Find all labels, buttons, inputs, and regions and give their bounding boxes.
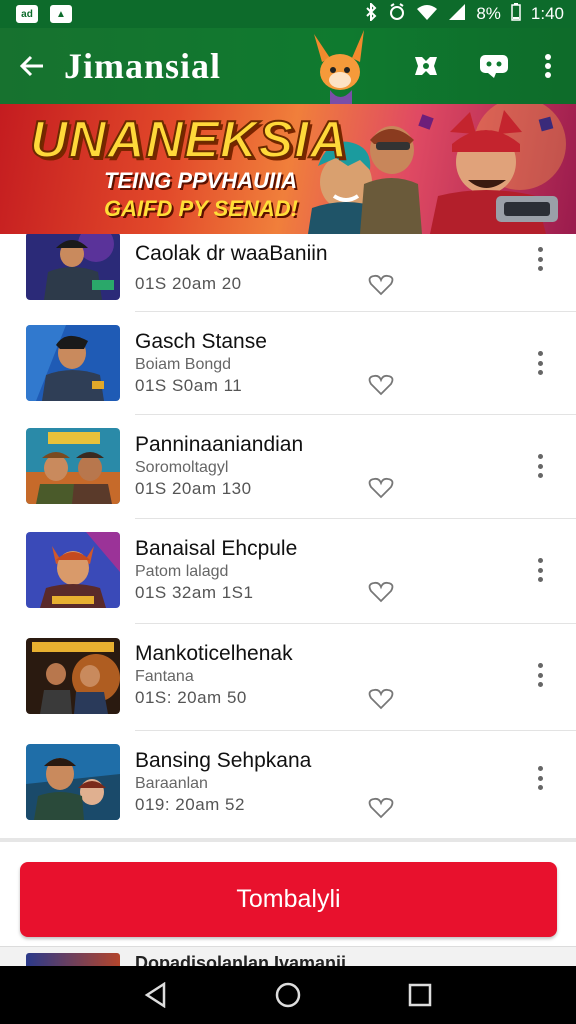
favorite-icon[interactable] — [368, 374, 394, 396]
more-vertical-icon — [537, 454, 543, 459]
signal-icon — [448, 3, 466, 26]
notification-app-icon: ▲ — [50, 5, 72, 23]
list-item[interactable]: Gasch Stanse Boiam Bongd 01S S0am 11 — [0, 312, 576, 414]
favorite-icon[interactable] — [368, 797, 394, 819]
item-thumbnail — [26, 638, 120, 714]
app-bar: Jimansial — [0, 28, 576, 104]
back-button[interactable] — [0, 28, 64, 104]
item-more-button[interactable] — [528, 553, 552, 587]
battery-icon — [511, 2, 521, 26]
banner-tagline: GAIFD PY SENAD! — [104, 196, 298, 221]
home-circle-icon — [275, 982, 301, 1008]
item-title: Dopadisolanlan Ivamanii — [135, 953, 347, 966]
cast-icon — [415, 57, 437, 75]
list-item[interactable]: Banaisal Ehcpule Patom lalagd 01S 32am 1… — [0, 519, 576, 623]
item-subtitle: Soromoltagyl — [135, 459, 229, 476]
system-navigation-bar — [0, 966, 576, 1024]
item-title: Mankoticelhenak — [135, 642, 293, 665]
item-subtitle: Fantana — [135, 668, 194, 685]
item-meta: 01S 20am 130 — [135, 479, 252, 498]
notification-app-icon: ad — [16, 5, 38, 23]
list-item[interactable]: Bansing Sehpkana Baraanlan 019: 20am 52 — [0, 731, 576, 838]
item-meta: 01S: 20am 50 — [135, 688, 247, 707]
item-thumbnail — [26, 234, 120, 300]
nav-home-button[interactable] — [268, 975, 308, 1015]
item-subtitle: Baraanlan — [135, 775, 208, 792]
cast-button[interactable] — [392, 28, 460, 104]
item-more-button[interactable] — [528, 449, 552, 483]
more-vertical-icon — [545, 54, 551, 78]
item-text: Caolak dr waaBaniin 01S 20am 20 — [135, 242, 328, 294]
list-item[interactable]: Panninaaniandian Soromoltagyl 01S 20am 1… — [0, 415, 576, 519]
banner-title: UNANEKSIA — [29, 110, 349, 170]
item-subtitle: Boiam Bongd — [135, 356, 232, 373]
app-title: Jimansial — [64, 46, 222, 86]
status-bar: ad ▲ 8% 1:40 — [0, 0, 576, 28]
banner-subtitle: TEING PPVHAUIIA — [104, 168, 298, 193]
overflow-menu-button[interactable] — [528, 28, 568, 104]
item-text: Banaisal Ehcpule Patom lalagd 01S 32am 1… — [135, 537, 297, 603]
battery-percent: 8% — [476, 4, 501, 23]
nav-back-button[interactable] — [136, 975, 176, 1015]
more-vertical-icon — [537, 766, 543, 771]
favorite-icon[interactable] — [368, 581, 394, 603]
favorite-icon[interactable] — [368, 274, 394, 296]
item-title: Caolak dr waaBaniin — [135, 242, 328, 265]
item-thumbnail — [26, 953, 120, 966]
item-subtitle: Patom lalagd — [135, 563, 229, 580]
item-text: Gasch Stanse Boiam Bongd 01S S0am 11 — [135, 330, 267, 396]
item-text: Mankoticelhenak Fantana 01S: 20am 50 — [135, 642, 293, 708]
list-item[interactable]: Mankoticelhenak Fantana 01S: 20am 50 — [0, 624, 576, 730]
more-vertical-icon — [537, 351, 543, 356]
more-vertical-icon — [537, 663, 543, 668]
arrow-left-icon — [19, 55, 43, 77]
item-thumbnail — [26, 532, 120, 608]
item-title: Banaisal Ehcpule — [135, 537, 298, 560]
primary-action-button[interactable]: Tombalyli — [20, 862, 557, 937]
recents-square-icon — [408, 983, 432, 1007]
item-text: Panninaaniandian Soromoltagyl 01S 20am 1… — [135, 433, 303, 499]
item-title: Panninaaniandian — [135, 433, 304, 456]
more-vertical-icon — [537, 247, 543, 252]
item-title: Bansing Sehpkana — [135, 749, 312, 772]
item-thumbnail — [26, 325, 120, 401]
fox-mascot-icon — [314, 30, 364, 104]
item-more-button[interactable] — [528, 761, 552, 795]
item-thumbnail — [26, 428, 120, 504]
item-meta: 01S 20am 20 — [135, 274, 242, 293]
chat-icon — [480, 55, 508, 78]
item-text: Bansing Sehpkana Baraanlan 019: 20am 52 — [135, 749, 311, 815]
status-system-icons: 8% 1:40 — [364, 1, 564, 26]
chat-button[interactable] — [460, 28, 528, 104]
nav-recents-button[interactable] — [400, 975, 440, 1015]
promo-banner[interactable]: UNANEKSIA TEING PPVHAUIIA GAIFD PY SENAD… — [0, 104, 576, 234]
wifi-icon — [416, 3, 438, 26]
episode-list: Caolak dr waaBaniin 01S 20am 20 Gasch St… — [0, 234, 576, 838]
status-notifications: ad ▲ — [16, 5, 72, 23]
item-meta: 01S S0am 11 — [135, 376, 243, 395]
list-item[interactable]: Caolak dr waaBaniin 01S 20am 20 — [0, 234, 576, 316]
favorite-icon[interactable] — [368, 688, 394, 710]
item-meta: 01S 32am 1S1 — [135, 583, 254, 602]
favorite-icon[interactable] — [368, 477, 394, 499]
app-bar-actions — [392, 28, 576, 104]
item-more-button[interactable] — [528, 658, 552, 692]
item-more-button[interactable] — [528, 346, 552, 380]
item-thumbnail — [26, 744, 120, 820]
item-more-button[interactable] — [528, 242, 552, 276]
back-triangle-icon — [144, 982, 166, 1008]
clock: 1:40 — [530, 4, 564, 23]
list-item-peek[interactable]: Dopadisolanlan Ivamanii — [0, 946, 576, 966]
item-title: Gasch Stanse — [135, 330, 267, 353]
more-vertical-icon — [537, 558, 543, 563]
item-meta: 019: 20am 52 — [135, 795, 245, 814]
alarm-icon — [388, 2, 406, 26]
app-screen: ad ▲ 8% 1:40 Jimansial UNANEKSIA TEING P… — [0, 0, 576, 1024]
bluetooth-icon — [364, 1, 378, 26]
